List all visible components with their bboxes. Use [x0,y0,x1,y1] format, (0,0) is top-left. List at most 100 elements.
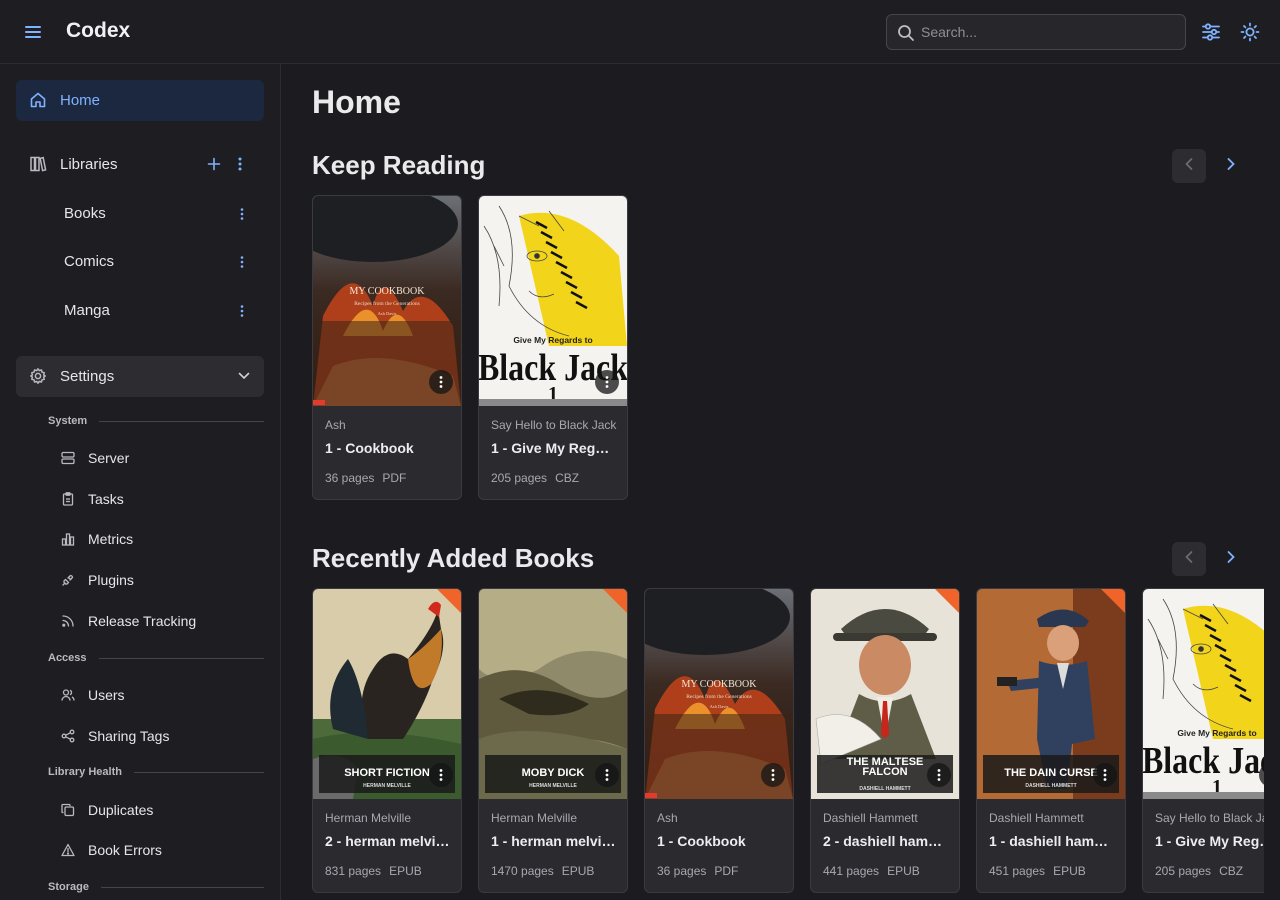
settings-item-server[interactable]: Server [48,440,264,476]
sidebar-item-settings[interactable]: Settings [16,356,264,397]
book-card[interactable]: MOBY DICK HERMAN MELVILLE Herman Melville… [478,588,628,893]
book-series[interactable]: Ash [657,811,783,825]
more-vertical-icon[interactable] [230,154,250,174]
book-title[interactable]: 2 - herman melville short fiction [325,833,451,849]
book-cover[interactable]: Give My Regards to Black Jack 1 [1143,589,1264,799]
file-format: EPUB [887,864,920,878]
more-vertical-icon[interactable] [232,252,252,272]
more-vertical-icon[interactable] [595,763,619,787]
settings-item-tasks[interactable]: Tasks [48,481,264,517]
file-format: EPUB [1053,864,1086,878]
book-series[interactable]: Dashiell Hammett [823,811,949,825]
search-input[interactable] [921,15,1181,49]
settings-item-label: Users [88,687,125,703]
settings-item-sharing-tags[interactable]: Sharing Tags [48,718,264,754]
cover-title-top-text: Give My Regards to [513,335,592,345]
sidebar-item-manga[interactable]: Manga [16,290,264,331]
warning-icon [60,842,76,858]
book-card[interactable]: Give My Regards to Black Jack 1 Say Hell… [478,195,628,500]
book-card[interactable]: MY COOKBOOK Recipes from the Generations… [644,588,794,893]
page-count: 36 pages [325,471,375,485]
scroll-left-button[interactable] [1172,542,1206,576]
cover-author-text: DASHIELL HAMMETT [1025,783,1076,789]
sidebar-item-comics[interactable]: Comics [16,241,264,282]
cover-title-text: MY COOKBOOK [682,679,758,690]
library-icon [28,154,48,174]
book-series[interactable]: Say Hello to Black Jack [491,418,617,432]
more-vertical-icon[interactable] [761,763,785,787]
more-vertical-icon[interactable] [232,301,252,321]
recently-added-shelf: SHORT FICTION HERMAN MELVILLE Herman Melv… [312,588,1264,900]
book-title[interactable]: 2 - dashiell hammett the maltese falcon [823,833,949,849]
more-vertical-icon[interactable] [595,370,619,394]
scroll-left-button[interactable] [1172,149,1206,183]
more-vertical-icon[interactable] [429,763,453,787]
book-title[interactable]: 1 - herman melville moby dick [491,833,617,849]
share-icon [60,728,76,744]
book-meta: 205 pages CBZ [491,471,579,485]
cover-author-text: HERMAN MELVILLE [363,783,411,789]
book-series[interactable]: Ash [325,418,451,432]
sun-icon[interactable] [1238,20,1262,44]
cover-title-text: MOBY DICK [522,767,585,779]
book-title[interactable]: 1 - Give My Regards to Black Jack [491,440,617,456]
more-vertical-icon[interactable] [232,204,252,224]
book-series[interactable]: Say Hello to Black Jack [1155,811,1264,825]
sidebar-item-label: Comics [64,253,115,270]
book-title[interactable]: 1 - Give My Regards to Black Jack [1155,833,1264,849]
book-card[interactable]: SHORT FICTION HERMAN MELVILLE Herman Melv… [312,588,462,893]
book-card[interactable]: THE DAIN CURSE DASHIELL HAMMETT Dashiell … [976,588,1126,893]
book-card[interactable]: THE MALTESE FALCON DASHIELL HAMMETT Dashie… [810,588,960,893]
sidebar-item-label: Settings [60,368,115,385]
new-badge [437,589,461,613]
menu-icon[interactable] [21,20,45,44]
file-format: PDF [382,471,407,485]
book-series[interactable]: Dashiell Hammett [989,811,1115,825]
app-title[interactable]: Codex [66,19,130,43]
settings-item-users[interactable]: Users [48,677,264,713]
group-label: Access [48,652,87,664]
chevron-down-icon[interactable] [234,366,254,386]
file-format: EPUB [389,864,422,878]
settings-group-storage: Storage [48,881,264,893]
page-count: 36 pages [657,864,707,878]
more-vertical-icon[interactable] [429,370,453,394]
plug-icon [60,572,76,588]
sidebar-item-home[interactable]: Home [16,80,264,121]
scroll-right-button[interactable] [1214,149,1248,183]
settings-item-book-errors[interactable]: Book Errors [48,832,264,868]
book-title[interactable]: 1 - Cookbook [325,440,451,456]
settings-item-metrics[interactable]: Metrics [48,521,264,557]
more-vertical-icon[interactable] [1093,763,1117,787]
sliders-icon[interactable] [1199,20,1223,44]
scroll-right-button[interactable] [1214,542,1248,576]
sidebar-item-label: Libraries [60,156,118,173]
clipboard-icon [60,491,76,507]
book-title[interactable]: 1 - dashiell hammett the dain curse [989,833,1115,849]
cover-author-text: DASHIELL HAMMETT [859,786,910,792]
page-count: 441 pages [823,864,880,878]
bar-chart-icon [60,531,76,547]
settings-item-release-tracking[interactable]: Release Tracking [48,603,264,639]
sidebar-item-libraries[interactable]: Libraries [16,144,264,185]
chevron-right-icon [1227,157,1235,175]
add-library-icon[interactable] [204,154,224,174]
group-label: Storage [48,881,89,893]
page-count: 205 pages [491,471,548,485]
book-card[interactable]: Give My Regards to Black Jack 1 Say Hell… [1142,588,1264,893]
book-card[interactable]: MY COOKBOOK Recipes from the Generations… [312,195,462,500]
settings-item-duplicates[interactable]: Duplicates [48,792,264,828]
file-format: EPUB [561,864,595,878]
book-series[interactable]: Herman Melville [325,811,451,825]
keep-reading-shelf: MY COOKBOOK Recipes from the Generations… [312,195,1264,515]
new-badge [603,589,627,613]
settings-item-label: Sharing Tags [88,728,170,744]
sidebar-item-books[interactable]: Books [16,193,264,234]
search-box[interactable] [886,14,1186,50]
more-vertical-icon[interactable] [927,763,951,787]
book-series[interactable]: Herman Melville [491,811,617,825]
settings-item-plugins[interactable]: Plugins [48,562,264,598]
settings-group-library-health: Library Health [48,766,264,778]
book-title[interactable]: 1 - Cookbook [657,833,783,849]
file-format: CBZ [555,471,580,485]
